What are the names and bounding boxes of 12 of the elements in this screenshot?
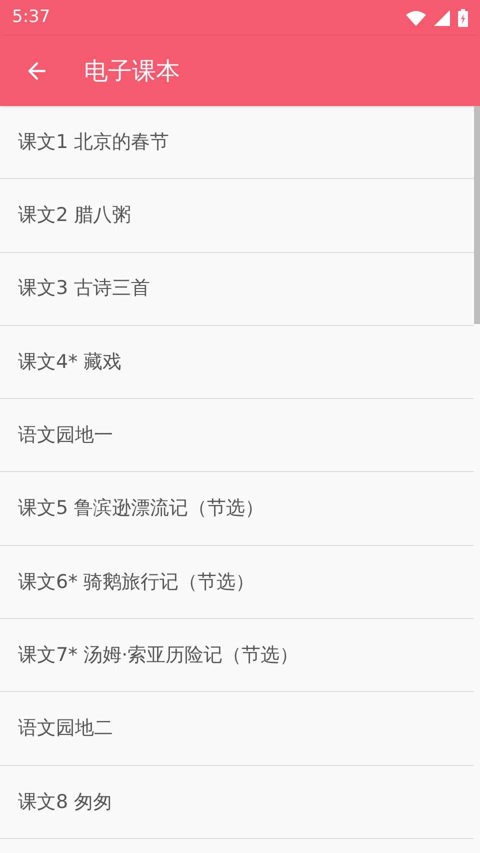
lesson-item[interactable]: 语文园地二 — [0, 692, 474, 766]
toolbar-title: 电子课本 — [84, 56, 180, 87]
lesson-item[interactable]: 语文园地一 — [0, 399, 474, 472]
status-time: 5:37 — [12, 6, 50, 30]
lesson-item[interactable]: 课文6* 骑鹅旅行记（节选） — [0, 546, 474, 620]
wifi-icon — [406, 10, 426, 26]
lesson-item[interactable]: 课文7* 汤姆·索亚历险记（节选） — [0, 619, 474, 692]
lesson-item[interactable]: 课文5 鲁滨逊漂流记（节选） — [0, 472, 474, 546]
lesson-item[interactable]: 课文4* 藏戏 — [0, 326, 474, 400]
signal-icon — [434, 10, 450, 26]
battery-icon — [458, 9, 468, 27]
lesson-item[interactable]: 课文8 匆匆 — [0, 766, 474, 839]
